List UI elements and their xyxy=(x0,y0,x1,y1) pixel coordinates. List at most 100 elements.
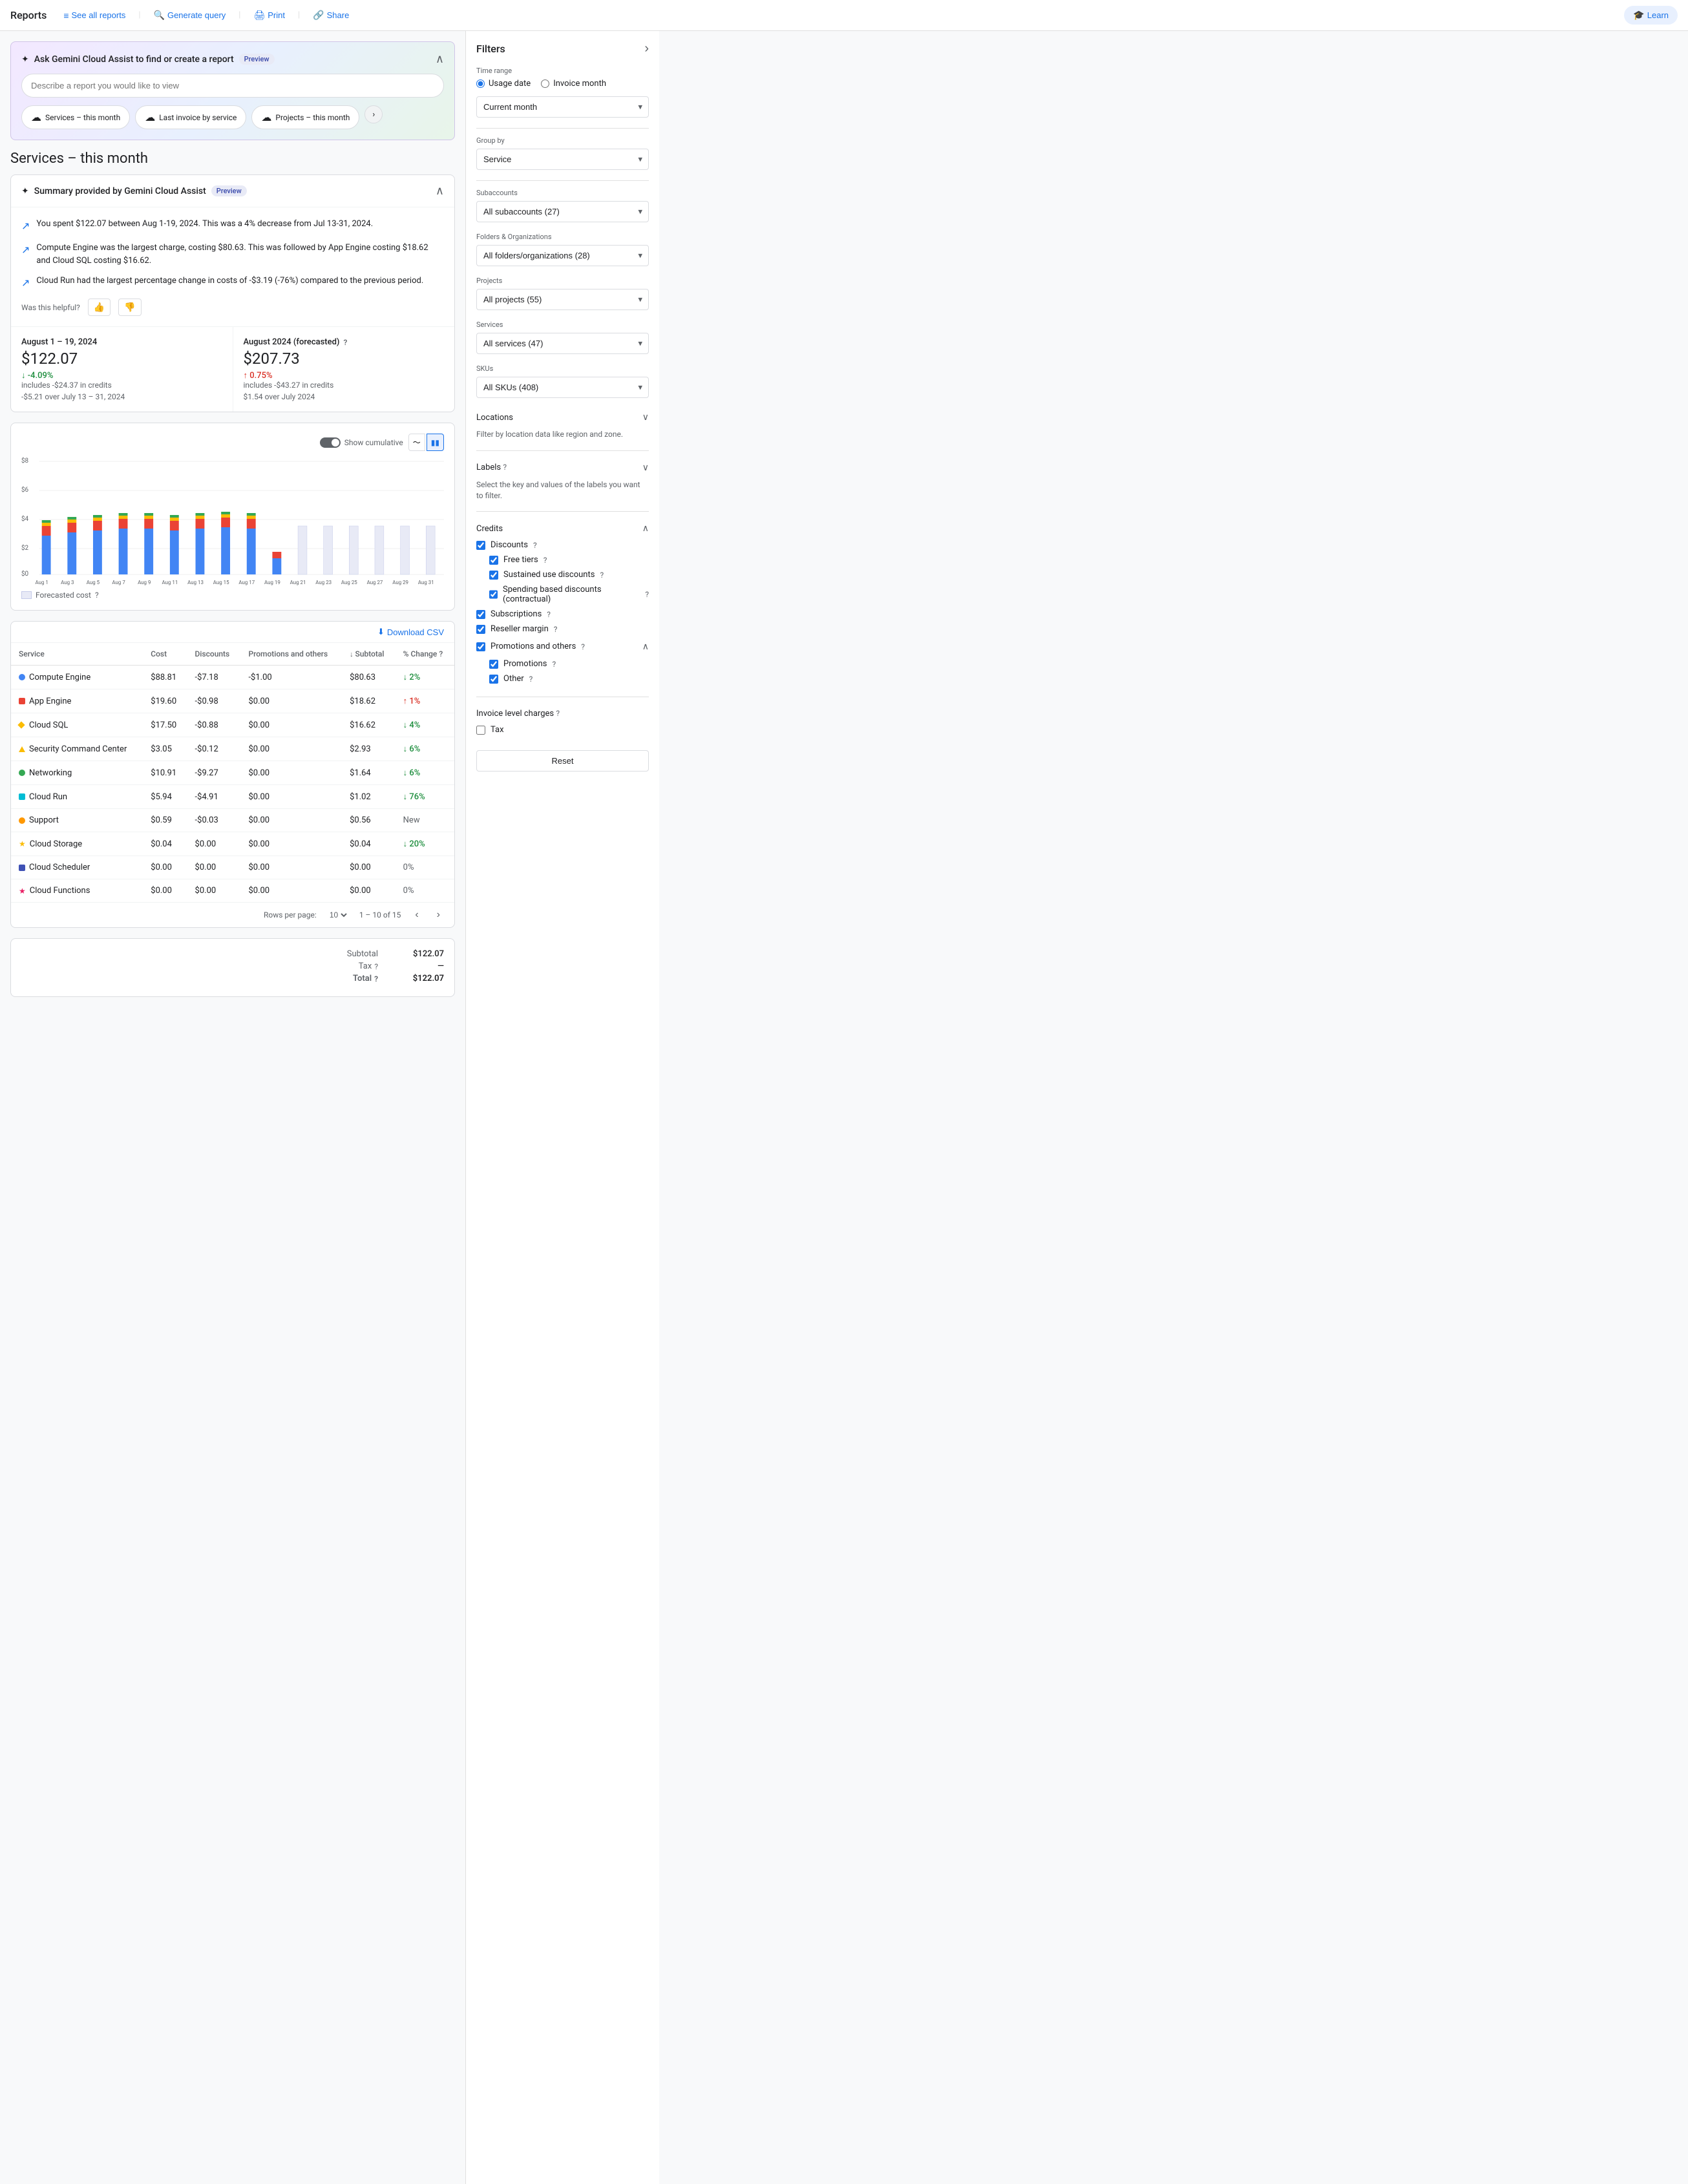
sustained-use-checkbox[interactable]: Sustained use discounts ? xyxy=(489,567,649,582)
invoice-charges-help-icon[interactable]: ? xyxy=(556,709,560,718)
share-icon: 🔗 xyxy=(313,10,324,21)
print-button[interactable]: 🖨 Print xyxy=(247,6,291,25)
other-checkbox[interactable]: Other ? xyxy=(489,671,649,686)
svg-text:Aug 3: Aug 3 xyxy=(61,580,74,585)
metric-sub-1: includes -$24.37 in credits xyxy=(21,381,222,390)
subscriptions-help-icon[interactable]: ? xyxy=(547,610,551,619)
page-info: 1 – 10 of 15 xyxy=(359,910,401,919)
total-help-icon[interactable]: ? xyxy=(374,974,378,983)
metrics-row: August 1 – 19, 2024 $122.07 ↓ -4.09% inc… xyxy=(11,326,454,412)
svg-text:$2: $2 xyxy=(21,545,29,552)
metric-period-1: August 1 – 19, 2024 xyxy=(21,337,222,347)
invoice-month-radio[interactable]: Invoice month xyxy=(541,79,606,89)
cell-promotions: $0.00 xyxy=(240,689,342,713)
credits-header[interactable]: Credits ∧ xyxy=(476,520,649,538)
subtotal-value: $122.07 xyxy=(399,949,444,959)
chip-last-invoice[interactable]: ☁ Last invoice by service xyxy=(135,105,246,129)
forecast-help-icon[interactable]: ? xyxy=(343,338,347,347)
chip-services-this-month[interactable]: ☁ Services – this month xyxy=(21,105,130,129)
chip-projects-this-month[interactable]: ☁ Projects – this month xyxy=(251,105,359,129)
svg-text:Aug 11: Aug 11 xyxy=(162,580,178,585)
summary-collapse-button[interactable]: ∧ xyxy=(436,184,444,198)
table-row: Networking $10.91 -$9.27 $0.00 $1.64 ↓ 6… xyxy=(11,761,454,785)
next-page-button[interactable]: › xyxy=(433,908,444,922)
subaccounts-select[interactable]: All subaccounts (27) xyxy=(476,201,649,222)
svg-text:Aug 29: Aug 29 xyxy=(392,580,408,585)
spending-based-help-icon[interactable]: ? xyxy=(645,590,649,599)
gemini-input[interactable] xyxy=(21,74,444,98)
labels-header[interactable]: Labels ? ∨ xyxy=(476,459,649,477)
rows-per-page-select[interactable]: 10 25 50 xyxy=(327,910,349,920)
cell-change: ↓ 76% xyxy=(396,785,454,809)
group-by-select[interactable]: Service Project SKU xyxy=(476,149,649,170)
promotions-others-help-icon[interactable]: ? xyxy=(581,642,585,651)
reseller-help-icon[interactable]: ? xyxy=(554,625,558,634)
locations-header[interactable]: Locations ∨ xyxy=(476,408,649,426)
sustained-use-help-icon[interactable]: ? xyxy=(600,571,604,580)
svg-text:$8: $8 xyxy=(21,457,29,465)
current-month-select[interactable]: Current month Last month Last 3 months C… xyxy=(476,96,649,118)
bar-chart-button[interactable]: ▮▮ xyxy=(427,434,444,451)
discounts-checkbox[interactable]: Discounts ? xyxy=(476,538,649,552)
cell-discounts: -$0.88 xyxy=(187,713,241,737)
skus-section: SKUs All SKUs (408) xyxy=(476,364,649,398)
discounts-help-icon[interactable]: ? xyxy=(533,541,537,550)
line-chart-button[interactable]: 〜 xyxy=(408,434,425,451)
download-csv-button[interactable]: ⬇ Download CSV xyxy=(377,627,444,637)
gemini-collapse-button[interactable]: ∧ xyxy=(436,52,444,66)
promotions-checkbox[interactable]: Promotions ? xyxy=(489,656,649,671)
svg-text:Aug 9: Aug 9 xyxy=(138,580,151,585)
cumulative-toggle[interactable]: Show cumulative xyxy=(320,437,403,448)
cell-promotions: -$1.00 xyxy=(240,666,342,689)
prev-page-button[interactable]: ‹ xyxy=(411,908,422,922)
metric-change-2: ↑ 0.75% xyxy=(244,370,273,381)
filters-expand-button[interactable]: › xyxy=(644,41,649,56)
learn-button[interactable]: 🎓 Learn xyxy=(1624,6,1678,25)
trend-icon-2: ↗ xyxy=(21,242,30,267)
group-by-section: Group by Service Project SKU xyxy=(476,136,649,170)
labels-help-icon[interactable]: ? xyxy=(503,463,507,472)
svg-text:$0: $0 xyxy=(21,571,29,578)
quick-reports-row: ☁ Services – this month ☁ Last invoice b… xyxy=(21,105,444,129)
summary-bullet-2: ↗ Compute Engine was the largest charge,… xyxy=(21,242,444,267)
tax-checkbox[interactable]: Tax xyxy=(476,722,649,737)
thumb-up-button[interactable]: 👍 xyxy=(88,299,111,316)
promotions-help-icon[interactable]: ? xyxy=(552,660,556,669)
summary-bullet-3: ↗ Cloud Run had the largest percentage c… xyxy=(21,275,444,291)
free-tiers-checkbox[interactable]: Free tiers ? xyxy=(489,552,649,567)
services-table: Service Cost Discounts Promotions and ot… xyxy=(11,643,454,902)
cell-subtotal: $0.04 xyxy=(342,832,396,856)
tax-row: Tax ? — xyxy=(21,961,444,971)
usage-date-radio[interactable]: Usage date xyxy=(476,79,531,89)
svg-text:$4: $4 xyxy=(21,516,29,523)
cell-cost: $0.00 xyxy=(143,879,187,903)
cell-service: Compute Engine xyxy=(11,666,143,689)
tax-help-icon[interactable]: ? xyxy=(374,962,378,971)
projects-select[interactable]: All projects (55) xyxy=(476,289,649,310)
spending-based-checkbox[interactable]: Spending based discounts (contractual) ? xyxy=(489,582,649,607)
services-select[interactable]: All services (47) xyxy=(476,333,649,354)
total-row: Total ? $122.07 xyxy=(21,974,444,983)
summary-card: ✦ Summary provided by Gemini Cloud Assis… xyxy=(10,174,455,412)
folders-select[interactable]: All folders/organizations (28) xyxy=(476,245,649,266)
metric-period-2: August 2024 (forecasted) ? xyxy=(244,337,445,347)
filters-sidebar: Filters › Time range Usage date Invoice … xyxy=(465,31,659,2184)
promotions-others-checkbox[interactable]: Promotions and others ? xyxy=(476,639,585,654)
subscriptions-checkbox[interactable]: Subscriptions ? xyxy=(476,607,649,622)
cell-service: Networking xyxy=(11,761,143,785)
locations-info: Filter by location data like region and … xyxy=(476,429,649,440)
table-row: Support $0.59 -$0.03 $0.00 $0.56 New xyxy=(11,809,454,832)
skus-select[interactable]: All SKUs (408) xyxy=(476,377,649,398)
thumb-down-button[interactable]: 👎 xyxy=(118,299,141,316)
reset-button[interactable]: Reset xyxy=(476,750,649,772)
cell-discounts: -$0.98 xyxy=(187,689,241,713)
promotions-others-header[interactable]: Promotions and others ? ∧ xyxy=(476,636,649,656)
see-all-reports-button[interactable]: ≡ See all reports xyxy=(57,6,132,25)
reseller-margin-checkbox[interactable]: Reseller margin ? xyxy=(476,622,649,636)
forecast-legend-help-icon[interactable]: ? xyxy=(95,591,99,600)
other-help-icon[interactable]: ? xyxy=(529,675,533,684)
share-button[interactable]: 🔗 Share xyxy=(306,6,355,25)
generate-query-button[interactable]: 🔍 Generate query xyxy=(147,6,233,25)
chips-next-button[interactable]: › xyxy=(364,105,383,123)
free-tiers-help-icon[interactable]: ? xyxy=(543,556,547,565)
